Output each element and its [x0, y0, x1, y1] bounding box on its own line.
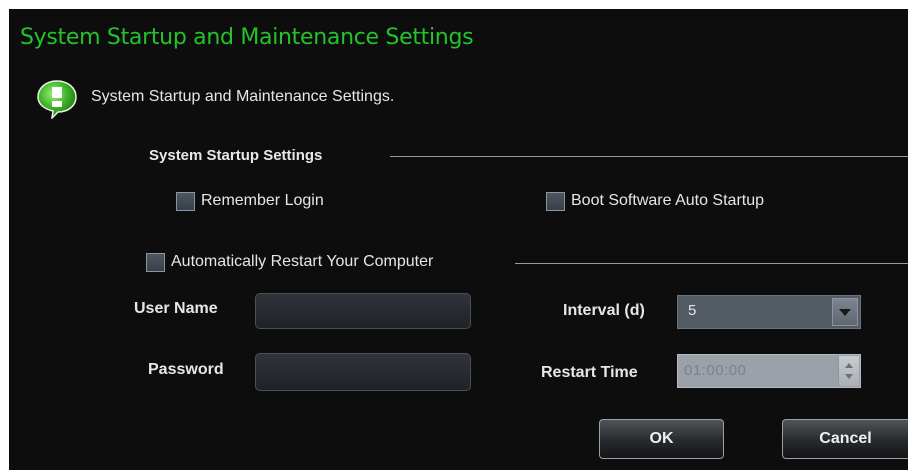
auto-restart-checkbox[interactable]: [146, 252, 165, 272]
password-input[interactable]: [255, 353, 471, 391]
interval-select[interactable]: 5: [677, 295, 861, 329]
remember-login-label: Remember Login: [201, 192, 324, 209]
spin-buttons: [838, 356, 859, 386]
spin-down-icon: [845, 374, 853, 379]
interval-value: 5: [688, 302, 697, 319]
startup-section-label: System Startup Settings: [149, 147, 323, 164]
startup-section-divider: [390, 156, 908, 157]
settings-dialog: System Startup and Maintenance Settings …: [9, 9, 908, 470]
auto-restart-option[interactable]: Automatically Restart Your Computer: [146, 250, 433, 274]
spin-up-icon: [845, 363, 853, 368]
user-name-label: User Name: [134, 300, 218, 317]
info-text: System Startup and Maintenance Settings.: [91, 88, 395, 105]
cancel-button[interactable]: Cancel: [782, 419, 908, 459]
dropdown-arrow-icon[interactable]: [832, 298, 858, 326]
info-bubble-icon: [37, 80, 77, 119]
auto-restart-label: Automatically Restart Your Computer: [171, 253, 434, 270]
boot-auto-startup-option[interactable]: Boot Software Auto Startup: [546, 189, 764, 213]
restart-section-divider: [515, 263, 908, 264]
user-name-input[interactable]: [255, 293, 471, 329]
ok-button[interactable]: OK: [599, 419, 724, 459]
restart-time-value: 01:00:00: [684, 362, 747, 379]
boot-auto-startup-label: Boot Software Auto Startup: [571, 192, 765, 209]
remember-login-option[interactable]: Remember Login: [176, 189, 324, 213]
password-label: Password: [148, 361, 224, 378]
remember-login-checkbox[interactable]: [176, 191, 195, 211]
dialog-title: System Startup and Maintenance Settings: [20, 25, 474, 50]
restart-time-label: Restart Time: [541, 364, 638, 381]
restart-time-spinbox: 01:00:00: [677, 354, 861, 388]
interval-label: Interval (d): [563, 302, 645, 319]
boot-auto-startup-checkbox[interactable]: [546, 191, 565, 211]
